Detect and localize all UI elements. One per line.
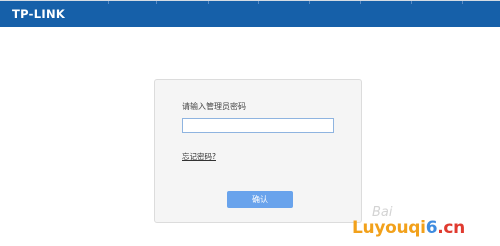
- header-divider: [108, 1, 109, 4]
- watermark-part: Luyouqi: [352, 218, 426, 238]
- confirm-button[interactable]: 确认: [227, 191, 293, 208]
- header-divider: [208, 1, 209, 4]
- brand-logo: TP-LINK: [12, 7, 66, 21]
- header-divider: [411, 1, 412, 4]
- password-prompt-label: 请输入管理员密码: [182, 102, 246, 111]
- header-divider: [462, 1, 463, 4]
- header-divider: [156, 1, 157, 4]
- watermark-tail: .cn: [437, 218, 465, 238]
- header-divider: [360, 1, 361, 4]
- header-divider: [258, 1, 259, 4]
- header-divider: [309, 1, 310, 4]
- site-watermark: Luyouqi6.cn: [352, 218, 465, 242]
- watermark-six: 6: [425, 218, 438, 238]
- password-input[interactable]: [182, 118, 334, 133]
- top-header-bar: TP-LINK: [0, 0, 500, 27]
- login-panel: 请输入管理员密码 忘记密码? 确认: [154, 79, 362, 223]
- forgot-password-link[interactable]: 忘记密码?: [182, 151, 216, 162]
